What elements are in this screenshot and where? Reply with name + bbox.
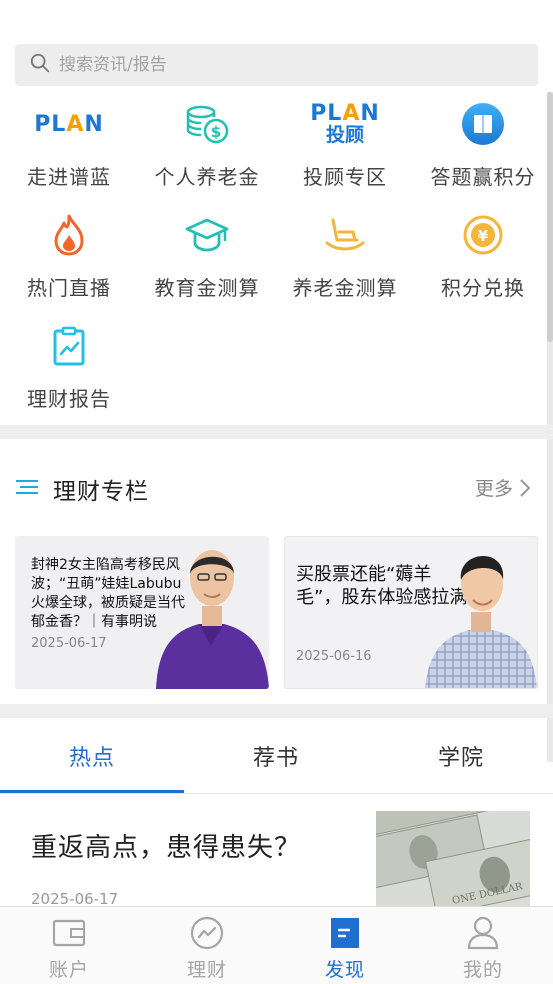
finance-column-header: 理财专栏 更多 bbox=[0, 462, 553, 512]
plan-logo-icon: PLAN bbox=[34, 111, 104, 137]
bottom-navigation: 账户 理财 发现 我的 bbox=[0, 906, 553, 984]
trend-chart-icon bbox=[138, 915, 276, 951]
column-card[interactable]: 封神2女主陷高考移民风波；“丑萌”娃娃Labubu火爆全球，被质疑是当代郁金香？… bbox=[15, 536, 269, 689]
chevron-right-icon bbox=[520, 478, 531, 497]
tab-academy[interactable]: 学院 bbox=[369, 740, 553, 772]
grid-item-finance-report[interactable]: 理财报告 bbox=[0, 320, 138, 430]
tab-hot[interactable]: 热点 bbox=[0, 740, 184, 772]
search-icon bbox=[29, 52, 51, 78]
nav-label: 发现 bbox=[324, 959, 365, 981]
section-title: 理财专栏 bbox=[53, 479, 149, 505]
nav-mine[interactable]: 我的 bbox=[414, 907, 552, 984]
menu-lines-icon bbox=[16, 479, 40, 499]
grid-item-live[interactable]: 热门直播 bbox=[0, 209, 138, 319]
grid-item-pension-calc[interactable]: 养老金测算 bbox=[276, 209, 414, 319]
plan-advisor-logo-icon: PLAN 投顾 bbox=[310, 101, 380, 146]
wallet-icon bbox=[0, 915, 138, 951]
person-icon bbox=[414, 915, 552, 951]
section-divider bbox=[0, 425, 553, 439]
grid-item-quiz-points[interactable]: 答题赢积分 bbox=[414, 98, 552, 208]
section-divider bbox=[0, 704, 553, 718]
grid-item-label: 养老金测算 bbox=[292, 276, 398, 300]
card-date: 2025-06-16 bbox=[296, 649, 372, 664]
nav-label: 账户 bbox=[48, 959, 89, 981]
grid-item-personal-pension[interactable]: $ 个人养老金 bbox=[138, 98, 276, 208]
nav-label: 理财 bbox=[186, 959, 227, 981]
content-tabs: 热点 荐书 学院 bbox=[0, 720, 553, 794]
article-title[interactable]: 重返高点，患得患失？ bbox=[31, 827, 301, 864]
nav-account[interactable]: 账户 bbox=[0, 907, 138, 984]
grid-item-label: 答题赢积分 bbox=[430, 165, 536, 189]
flame-icon bbox=[0, 209, 138, 261]
grid-item-label: 个人养老金 bbox=[154, 165, 260, 189]
book-icon bbox=[414, 98, 552, 150]
grid-item-advisor-zone[interactable]: PLAN 投顾 投顾专区 bbox=[276, 98, 414, 208]
grid-item-plan-intro[interactable]: PLAN 走进谱蓝 bbox=[0, 98, 138, 208]
grid-item-label: 理财报告 bbox=[27, 387, 111, 411]
search-input[interactable] bbox=[59, 55, 499, 75]
graduation-cap-icon bbox=[138, 209, 276, 261]
rocking-chair-icon bbox=[276, 209, 414, 261]
report-clipboard-icon bbox=[0, 320, 138, 372]
grid-item-label: 积分兑换 bbox=[441, 276, 525, 300]
article-thumbnail[interactable]: ONE DOLLAR bbox=[376, 811, 530, 911]
nav-label: 我的 bbox=[462, 959, 503, 981]
author-photo bbox=[156, 550, 269, 689]
grid-item-label: 教育金测算 bbox=[154, 276, 260, 300]
grid-item-label: 走进谱蓝 bbox=[27, 165, 111, 189]
grid-item-education-calc[interactable]: 教育金测算 bbox=[138, 209, 276, 319]
column-card[interactable]: 买股票还能“薅羊毛”，股东体验感拉满 2025-06-16 bbox=[284, 536, 538, 689]
nav-finance[interactable]: 理财 bbox=[138, 907, 276, 984]
active-tab-indicator bbox=[0, 790, 184, 793]
grid-item-label: 投顾专区 bbox=[303, 165, 387, 189]
discover-doc-icon bbox=[276, 915, 414, 951]
nav-discover[interactable]: 发现 bbox=[276, 907, 414, 984]
coins-dollar-icon: $ bbox=[138, 98, 276, 150]
card-date: 2025-06-17 bbox=[31, 636, 107, 651]
more-label: 更多 bbox=[474, 478, 513, 500]
search-bar[interactable] bbox=[15, 44, 538, 86]
author-photo bbox=[425, 555, 537, 688]
grid-item-points-exchange[interactable]: ¥ 积分兑换 bbox=[414, 209, 552, 319]
yen-coin-icon: ¥ bbox=[414, 209, 552, 261]
svg-text:$: $ bbox=[211, 123, 221, 141]
more-link[interactable]: 更多 bbox=[475, 474, 531, 501]
grid-item-label: 热门直播 bbox=[27, 276, 111, 300]
tab-books[interactable]: 荐书 bbox=[184, 740, 368, 772]
svg-text:¥: ¥ bbox=[478, 227, 489, 245]
